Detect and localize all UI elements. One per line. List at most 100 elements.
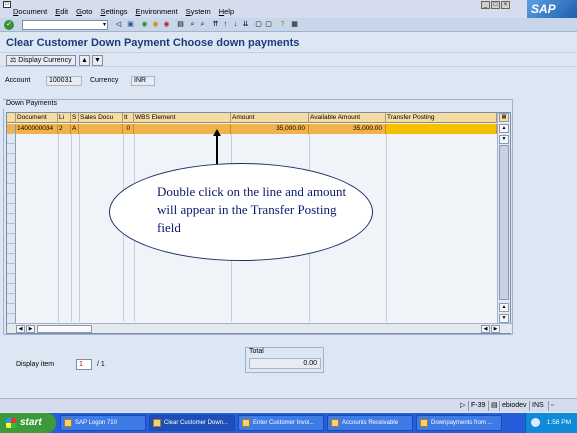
arrow-line [216, 134, 218, 164]
currency-field: INR [131, 76, 155, 86]
status-mode: INS [529, 401, 546, 411]
dropdown-icon[interactable]: ▾ [103, 21, 106, 28]
minimize-icon[interactable]: _ [481, 1, 490, 9]
first-page-icon[interactable]: ⇈ [211, 20, 220, 30]
scroll-left-icon[interactable]: ◀ [16, 325, 25, 333]
scroll-right-icon[interactable]: ▶ [491, 325, 500, 333]
scroll-up-icon[interactable]: ▲ [499, 303, 509, 312]
cell-amount: 35,000.00 [231, 124, 309, 134]
row-selector[interactable] [7, 274, 16, 284]
col-special-gl[interactable]: S [71, 113, 79, 123]
last-page-icon[interactable]: ⇊ [241, 20, 250, 30]
find-next-icon[interactable]: ⌕ [198, 20, 207, 30]
row-selector[interactable] [7, 194, 16, 204]
col-wbs-element[interactable]: WBS Element [134, 113, 231, 123]
account-label: Account [5, 77, 31, 84]
row-selector[interactable] [7, 254, 16, 264]
scroll-thumb[interactable] [37, 325, 92, 333]
close-icon[interactable]: × [501, 1, 510, 9]
enter-check-icon[interactable]: ✓ [4, 20, 14, 30]
display-currency-button[interactable]: ⚖ Display Currency [6, 55, 76, 66]
row-selector[interactable] [7, 234, 16, 244]
col-available-amount[interactable]: Available Amount [309, 113, 386, 123]
find-icon[interactable]: ⌕ [188, 20, 197, 30]
scroll-up-icon[interactable]: ▲ [499, 124, 509, 133]
system-menu-icon[interactable]: ▭ [3, 1, 11, 8]
table-row[interactable]: 1400000034 2 A 0 35,000.00 35,000.00 [16, 124, 497, 134]
status-server: ebiodev [499, 401, 529, 411]
col-line-item[interactable]: Li [58, 113, 71, 123]
cell-transfer-posting[interactable] [386, 124, 497, 134]
task-enter-customer[interactable]: Enter Customer Invoi... [238, 415, 324, 431]
menu-system[interactable]: System [186, 7, 211, 16]
col-document[interactable]: Document [16, 113, 58, 123]
horizontal-scrollbar[interactable]: ◀ ▶ ◀ ▶ [7, 323, 512, 333]
sort-icon[interactable]: ▲ [79, 55, 90, 66]
task-label: Accounts Receivable [342, 420, 399, 426]
row-selector[interactable] [7, 164, 16, 174]
create-session-icon[interactable]: ▢ [254, 20, 263, 30]
row-selector[interactable] [7, 154, 16, 164]
row-selector[interactable] [7, 264, 16, 274]
row-selector[interactable] [7, 224, 16, 234]
exit-icon[interactable]: ◉ [151, 20, 160, 30]
row-selector[interactable] [7, 174, 16, 184]
row-selector[interactable] [7, 294, 16, 304]
col-sales-doc[interactable]: Sales Docu [79, 113, 123, 123]
column-settings-icon[interactable]: ▦ [499, 113, 509, 122]
scroll-right-icon[interactable]: ▶ [26, 325, 35, 333]
row-selector[interactable] [7, 204, 16, 214]
row-selector[interactable] [7, 214, 16, 224]
cancel-icon[interactable]: ◉ [162, 20, 171, 30]
menu-help[interactable]: Help [219, 7, 234, 16]
select-all-cell[interactable] [7, 113, 16, 123]
print-icon[interactable]: ▤ [176, 20, 185, 30]
next-page-icon[interactable]: ↓ [231, 20, 240, 30]
status-bar: ▷ F-39 ▤ ebiodev INS ▫ [0, 398, 577, 412]
menu-environment[interactable]: Environment [136, 7, 178, 16]
display-item-field[interactable]: 1 [76, 359, 92, 370]
save-icon[interactable]: ▣ [126, 20, 135, 30]
row-selector[interactable] [7, 284, 16, 294]
back-history-icon[interactable]: ◁ [114, 20, 123, 30]
shortcut-icon[interactable]: ▢ [264, 20, 273, 30]
maximize-icon[interactable]: □ [491, 1, 500, 9]
filter-icon[interactable]: ▼ [92, 55, 103, 66]
row-selector[interactable] [7, 184, 16, 194]
help-icon[interactable]: ? [278, 20, 287, 30]
application-toolbar: ⚖ Display Currency ▲ ▼ [0, 52, 577, 67]
cell-line-item: 2 [58, 124, 71, 134]
status-expand-icon[interactable]: ▷ [458, 401, 467, 411]
row-selector[interactable] [7, 304, 16, 314]
row-selector[interactable] [7, 134, 16, 144]
vertical-scrollbar[interactable]: ▦ ▲ ▼ ▲ ▼ [497, 113, 510, 325]
start-button[interactable]: start [0, 413, 56, 433]
task-accounts-receivable[interactable]: Accounts Receivable [327, 415, 413, 431]
task-downpayments[interactable]: Downpayments from ... [416, 415, 502, 431]
previous-page-icon[interactable]: ↑ [221, 20, 230, 30]
task-sap-logon[interactable]: SAP Logon 710 [60, 415, 146, 431]
row-selector[interactable] [7, 124, 16, 134]
command-field[interactable]: ▾ [22, 20, 108, 30]
scroll-down-icon[interactable]: ▼ [499, 314, 509, 323]
row-selector[interactable] [7, 144, 16, 154]
status-menu-icon[interactable]: ▤ [488, 401, 500, 411]
scroll-thumb[interactable] [499, 145, 509, 300]
table-header: Document Li S Sales Docu It WBS Element … [7, 113, 497, 123]
cell-available-amount: 35,000.00 [309, 124, 386, 134]
menu-goto[interactable]: Goto [76, 7, 92, 16]
scroll-left-icon[interactable]: ◀ [481, 325, 490, 333]
scroll-down-icon[interactable]: ▼ [499, 135, 509, 144]
col-amount[interactable]: Amount [231, 113, 309, 123]
task-clear-customer[interactable]: Clear Customer Down... [149, 415, 235, 431]
col-transfer-posting[interactable]: Transfer Posting [386, 113, 497, 123]
menu-edit[interactable]: Edit [55, 7, 68, 16]
menu-bar: ▭ Document Edit Goto Settings Environmen… [0, 0, 577, 18]
row-selector[interactable] [7, 244, 16, 254]
col-item[interactable]: It [123, 113, 134, 123]
back-icon[interactable]: ◉ [140, 20, 149, 30]
menu-document[interactable]: Document [13, 7, 47, 16]
layout-menu-icon[interactable]: ▦ [290, 20, 299, 30]
network-icon[interactable] [531, 418, 540, 427]
menu-settings[interactable]: Settings [100, 7, 127, 16]
